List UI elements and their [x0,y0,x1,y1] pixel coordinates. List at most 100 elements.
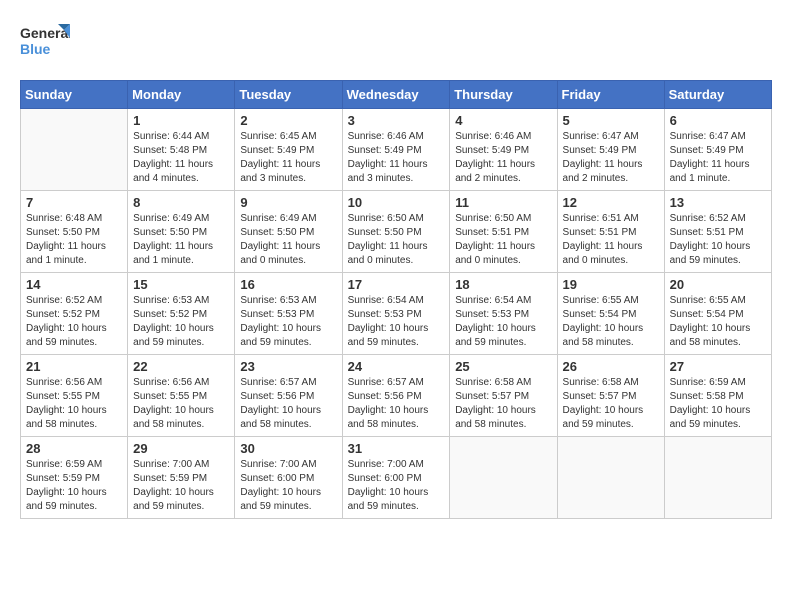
logo-content: General Blue [20,20,70,70]
calendar-table: SundayMondayTuesdayWednesdayThursdayFrid… [20,80,772,519]
day-info: Sunrise: 6:55 AM Sunset: 5:54 PM Dayligh… [670,294,766,350]
day-info: Sunrise: 6:57 AM Sunset: 5:56 PM Dayligh… [348,376,445,432]
day-number: 25 [455,359,551,374]
day-cell: 1Sunrise: 6:44 AM Sunset: 5:48 PM Daylig… [128,109,235,191]
day-number: 11 [455,195,551,210]
page-header: General Blue [20,20,772,70]
day-info: Sunrise: 6:51 AM Sunset: 5:51 PM Dayligh… [563,212,659,268]
header-tuesday: Tuesday [235,81,342,109]
day-cell: 2 Sunrise: 6:45 AM Sunset: 5:49 PM Daylig… [235,109,342,191]
day-number: 5 [563,113,659,128]
day-number: 29 [133,441,229,456]
day-cell: 16 Sunrise: 6:53 AM Sunset: 5:53 PM Dayli… [235,273,342,355]
day-cell: 7 Sunrise: 6:48 AM Sunset: 5:50 PM Daylig… [21,191,128,273]
day-cell: 11 Sunrise: 6:50 AM Sunset: 5:51 PM Dayli… [450,191,557,273]
day-number: 16 [240,277,336,292]
day-number: 4 [455,113,551,128]
day-cell: 25 Sunrise: 6:58 AM Sunset: 5:57 PM Dayli… [450,355,557,437]
day-number: 19 [563,277,659,292]
day-info: Sunrise: 6:49 AM Sunset: 5:50 PM Dayligh… [133,212,229,268]
day-number: 1 [133,113,229,128]
day-cell: 17 Sunrise: 6:54 AM Sunset: 5:53 PM Dayli… [342,273,450,355]
day-cell: 31Sunrise: 7:00 AM Sunset: 6:00 PM Dayli… [342,437,450,519]
day-cell: 12 Sunrise: 6:51 AM Sunset: 5:51 PM Dayli… [557,191,664,273]
week-row-1: 1Sunrise: 6:44 AM Sunset: 5:48 PM Daylig… [21,109,772,191]
week-row-2: 7 Sunrise: 6:48 AM Sunset: 5:50 PM Daylig… [21,191,772,273]
day-cell [450,437,557,519]
logo-icon: General Blue [20,20,70,65]
week-row-4: 21 Sunrise: 6:56 AM Sunset: 5:55 PM Dayli… [21,355,772,437]
day-info: Sunrise: 6:58 AM Sunset: 5:57 PM Dayligh… [455,376,551,432]
day-number: 20 [670,277,766,292]
header-friday: Friday [557,81,664,109]
day-cell: 14 Sunrise: 6:52 AM Sunset: 5:52 PM Dayli… [21,273,128,355]
day-info: Sunrise: 6:47 AM Sunset: 5:49 PM Dayligh… [563,130,659,186]
calendar-header-row: SundayMondayTuesdayWednesdayThursdayFrid… [21,81,772,109]
day-cell: 5 Sunrise: 6:47 AM Sunset: 5:49 PM Daylig… [557,109,664,191]
day-number: 28 [26,441,122,456]
day-cell: 24 Sunrise: 6:57 AM Sunset: 5:56 PM Dayli… [342,355,450,437]
day-number: 24 [348,359,445,374]
day-cell: 13Sunrise: 6:52 AM Sunset: 5:51 PM Dayli… [664,191,771,273]
day-cell: 29 Sunrise: 7:00 AM Sunset: 5:59 PM Dayli… [128,437,235,519]
day-cell: 26 Sunrise: 6:58 AM Sunset: 5:57 PM Dayli… [557,355,664,437]
day-cell: 19 Sunrise: 6:55 AM Sunset: 5:54 PM Dayli… [557,273,664,355]
day-cell: 28Sunrise: 6:59 AM Sunset: 5:59 PM Dayli… [21,437,128,519]
day-cell: 21Sunrise: 6:56 AM Sunset: 5:55 PM Dayli… [21,355,128,437]
day-number: 10 [348,195,445,210]
day-info: Sunrise: 6:49 AM Sunset: 5:50 PM Dayligh… [240,212,336,268]
day-info: Sunrise: 6:46 AM Sunset: 5:49 PM Dayligh… [455,130,551,186]
day-cell: 30Sunrise: 7:00 AM Sunset: 6:00 PM Dayli… [235,437,342,519]
day-number: 23 [240,359,336,374]
day-cell [557,437,664,519]
day-cell [664,437,771,519]
day-info: Sunrise: 6:57 AM Sunset: 5:56 PM Dayligh… [240,376,336,432]
day-info: Sunrise: 6:53 AM Sunset: 5:53 PM Dayligh… [240,294,336,350]
day-cell: 4 Sunrise: 6:46 AM Sunset: 5:49 PM Daylig… [450,109,557,191]
day-number: 18 [455,277,551,292]
day-info: Sunrise: 6:46 AM Sunset: 5:49 PM Dayligh… [348,130,445,186]
day-number: 9 [240,195,336,210]
day-number: 12 [563,195,659,210]
day-number: 21 [26,359,122,374]
day-info: Sunrise: 6:58 AM Sunset: 5:57 PM Dayligh… [563,376,659,432]
day-info: Sunrise: 6:52 AM Sunset: 5:52 PM Dayligh… [26,294,122,350]
day-number: 8 [133,195,229,210]
week-row-3: 14 Sunrise: 6:52 AM Sunset: 5:52 PM Dayli… [21,273,772,355]
week-row-5: 28Sunrise: 6:59 AM Sunset: 5:59 PM Dayli… [21,437,772,519]
day-info: Sunrise: 7:00 AM Sunset: 6:00 PM Dayligh… [348,458,445,514]
header-monday: Monday [128,81,235,109]
header-saturday: Saturday [664,81,771,109]
day-info: Sunrise: 6:48 AM Sunset: 5:50 PM Dayligh… [26,212,122,268]
day-number: 7 [26,195,122,210]
day-number: 14 [26,277,122,292]
day-info: Sunrise: 6:59 AM Sunset: 5:58 PM Dayligh… [670,376,766,432]
day-number: 22 [133,359,229,374]
day-info: Sunrise: 6:45 AM Sunset: 5:49 PM Dayligh… [240,130,336,186]
day-cell: 3 Sunrise: 6:46 AM Sunset: 5:49 PM Daylig… [342,109,450,191]
day-cell: 20 Sunrise: 6:55 AM Sunset: 5:54 PM Dayli… [664,273,771,355]
day-info: Sunrise: 6:56 AM Sunset: 5:55 PM Dayligh… [133,376,229,432]
day-number: 3 [348,113,445,128]
day-cell: 9 Sunrise: 6:49 AM Sunset: 5:50 PM Daylig… [235,191,342,273]
day-cell [21,109,128,191]
header-wednesday: Wednesday [342,81,450,109]
day-number: 30 [240,441,336,456]
day-cell: 27Sunrise: 6:59 AM Sunset: 5:58 PM Dayli… [664,355,771,437]
day-cell: 23 Sunrise: 6:57 AM Sunset: 5:56 PM Dayli… [235,355,342,437]
day-number: 6 [670,113,766,128]
day-info: Sunrise: 6:55 AM Sunset: 5:54 PM Dayligh… [563,294,659,350]
day-info: Sunrise: 6:50 AM Sunset: 5:51 PM Dayligh… [455,212,551,268]
day-cell: 15Sunrise: 6:53 AM Sunset: 5:52 PM Dayli… [128,273,235,355]
day-cell: 8 Sunrise: 6:49 AM Sunset: 5:50 PM Daylig… [128,191,235,273]
day-number: 26 [563,359,659,374]
day-number: 2 [240,113,336,128]
day-number: 13 [670,195,766,210]
day-info: Sunrise: 6:47 AM Sunset: 5:49 PM Dayligh… [670,130,766,186]
day-info: Sunrise: 7:00 AM Sunset: 5:59 PM Dayligh… [133,458,229,514]
day-cell: 6 Sunrise: 6:47 AM Sunset: 5:49 PM Daylig… [664,109,771,191]
header-thursday: Thursday [450,81,557,109]
day-number: 17 [348,277,445,292]
day-cell: 18Sunrise: 6:54 AM Sunset: 5:53 PM Dayli… [450,273,557,355]
day-info: Sunrise: 6:54 AM Sunset: 5:53 PM Dayligh… [348,294,445,350]
